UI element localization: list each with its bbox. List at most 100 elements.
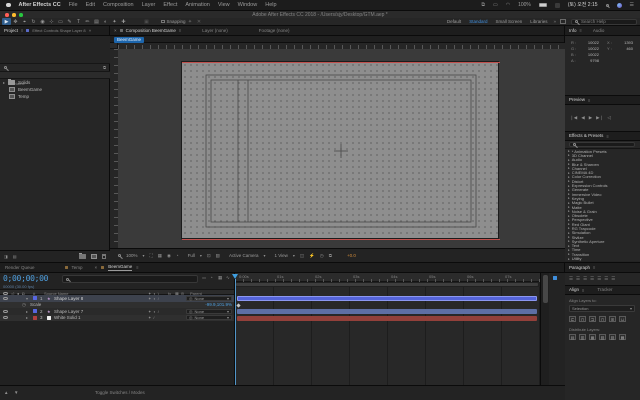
puppet-pin-tool[interactable]: ✚: [119, 18, 128, 25]
menu-composition[interactable]: Composition: [103, 2, 134, 9]
pickwhip-icon[interactable]: ◎: [189, 296, 193, 301]
pickwhip-icon[interactable]: ◎: [189, 309, 193, 314]
parent-dropdown[interactable]: ◎ None ▾: [186, 315, 232, 320]
snap-option2-icon[interactable]: ✕: [195, 18, 204, 25]
expand-arrow-icon[interactable]: ▸: [26, 309, 28, 314]
tab-temp[interactable]: Temp: [72, 265, 83, 271]
align-layers-select[interactable]: Selection ▾: [569, 305, 635, 312]
property-name[interactable]: Scale: [30, 302, 41, 308]
zoom-dropdown-icon[interactable]: ▾: [143, 253, 145, 258]
layer-list-empty-area[interactable]: [0, 321, 234, 385]
property-value[interactable]: -99.9,101.9%: [160, 302, 232, 308]
transparency-grid-icon[interactable]: ▨: [216, 253, 220, 259]
tab-effect-controls[interactable]: Effect Controls Shape Layer 8: [32, 28, 85, 33]
brush-tool[interactable]: ✏: [83, 18, 92, 25]
align-v-top-button[interactable]: ⊓: [599, 316, 606, 322]
label-color-swatch[interactable]: [33, 316, 37, 320]
tab-preview[interactable]: Preview: [569, 97, 585, 103]
tab-effects-presets[interactable]: Effects & Presets: [569, 133, 603, 139]
pickwhip-icon[interactable]: ◎: [189, 315, 193, 320]
apple-icon[interactable]: [6, 3, 11, 8]
siri-icon[interactable]: [617, 3, 622, 8]
menu-layer[interactable]: Layer: [142, 2, 156, 9]
snapping-checkbox[interactable]: [161, 20, 165, 24]
current-timecode[interactable]: 0;00;00;00: [3, 274, 48, 283]
snapshot-icon[interactable]: ◉: [167, 253, 171, 259]
zoom-tool[interactable]: ⌖: [20, 18, 29, 25]
rotate-tool[interactable]: ↻: [29, 18, 38, 25]
project-flowchart-icon[interactable]: ⧉: [103, 65, 106, 70]
parent-dropdown[interactable]: ◎ None ▾: [186, 296, 232, 301]
tab-align[interactable]: Align: [569, 287, 579, 293]
composition-canvas[interactable]: [181, 61, 499, 239]
tab-render-queue[interactable]: Render Queue: [5, 265, 35, 271]
visibility-eye-icon[interactable]: [3, 316, 8, 319]
visibility-eye-icon[interactable]: [3, 310, 8, 313]
motion-blur-icon[interactable]: ∿: [226, 275, 230, 281]
effects-search-input[interactable]: [569, 142, 635, 148]
screen-mirroring-icon[interactable]: ⧉: [481, 2, 485, 8]
tab-paragraph[interactable]: Paragraph: [569, 265, 590, 271]
expand-arrow-icon[interactable]: ▸: [3, 80, 5, 85]
viewer-pasteboard[interactable]: [118, 49, 565, 248]
draft-3d-icon[interactable]: ◔: [210, 275, 213, 281]
bit-depth-icon[interactable]: ▤: [13, 254, 17, 259]
project-item-solids[interactable]: ▸ Solids: [0, 79, 110, 86]
toggle-switches-modes-button[interactable]: Toggle Switches / Modes: [95, 390, 145, 396]
tab-tracker[interactable]: Tracker: [597, 287, 612, 293]
timeline-graph-area[interactable]: [235, 287, 540, 385]
expand-arrow-icon[interactable]: ▾: [26, 296, 28, 301]
workspace-bar-icon[interactable]: [560, 19, 566, 24]
camera-dropdown-icon[interactable]: ▾: [263, 253, 265, 258]
spotlight-icon[interactable]: [606, 4, 609, 7]
justify-last-center-button[interactable]: ☰: [597, 276, 601, 282]
parent-dropdown[interactable]: ◎ None ▾: [186, 309, 232, 314]
magnification-icon[interactable]: [118, 254, 121, 257]
align-right-button[interactable]: ☰: [583, 276, 587, 282]
effects-cat-row[interactable]: ▸Utility: [565, 256, 640, 260]
trash-icon[interactable]: [102, 254, 106, 259]
clone-stamp-tool[interactable]: ▤: [92, 18, 101, 25]
region-of-interest-icon[interactable]: ⊡: [207, 253, 211, 259]
align-h-left-button[interactable]: ⊏: [569, 316, 576, 322]
layout-dropdown-icon[interactable]: ▾: [293, 253, 295, 258]
menu-window[interactable]: Window: [238, 2, 258, 9]
fast-previews-icon[interactable]: ⚡: [309, 253, 315, 259]
tab-layer[interactable]: Layer (none): [202, 28, 228, 34]
view-layout-select[interactable]: 1 View: [274, 253, 287, 259]
justify-last-left-button[interactable]: ☰: [590, 276, 594, 282]
menu-view[interactable]: View: [218, 2, 230, 9]
workspace-default[interactable]: Default: [447, 19, 461, 25]
zoom-level[interactable]: 100%: [126, 253, 138, 259]
layer-name[interactable]: White Solid 1: [54, 315, 81, 321]
show-channel-icon[interactable]: ◔: [176, 253, 179, 259]
distribute-top-button[interactable]: ▤: [569, 334, 576, 340]
workspace-overflow-icon[interactable]: »: [553, 19, 556, 25]
exposure-value[interactable]: +0.0: [347, 253, 356, 259]
panel-menu-icon[interactable]: ≡: [21, 28, 23, 33]
tab-project[interactable]: Project: [4, 28, 18, 34]
close-tab-icon[interactable]: ×: [95, 265, 98, 271]
camera-tool[interactable]: ◉: [38, 18, 47, 25]
menu-extra-icon[interactable]: [555, 3, 560, 8]
breadcrumb-comp-name[interactable]: BeemGame: [114, 37, 144, 43]
align-h-right-button[interactable]: ⊐: [589, 316, 596, 322]
menu-app-name[interactable]: After Effects CC: [19, 2, 61, 9]
close-tab-icon[interactable]: ×: [114, 28, 117, 34]
layer-bar-1[interactable]: [237, 296, 537, 301]
resolution-select[interactable]: Full: [188, 253, 195, 259]
next-frame-button[interactable]: ▶❘: [596, 115, 603, 121]
layer-switches[interactable]: ✦◐/: [148, 296, 161, 301]
notification-center-icon[interactable]: ☰: [630, 2, 634, 8]
panel-menu-icon[interactable]: ≡: [606, 134, 608, 139]
pixel-aspect-icon[interactable]: ◫: [300, 253, 304, 259]
frame-blending-icon[interactable]: ▦: [218, 275, 222, 281]
visibility-eye-icon[interactable]: [3, 297, 8, 300]
timeline-zoom-out-icon[interactable]: ▲: [4, 390, 8, 396]
project-name-header[interactable]: Name: [0, 72, 110, 79]
new-folder-icon[interactable]: [79, 254, 86, 259]
audio-mute-button[interactable]: ◁: [607, 115, 610, 121]
expand-arrow-icon[interactable]: ▸: [26, 315, 28, 320]
label-color-swatch[interactable]: [33, 296, 37, 300]
project-tab-overflow-icon[interactable]: »: [89, 28, 92, 34]
